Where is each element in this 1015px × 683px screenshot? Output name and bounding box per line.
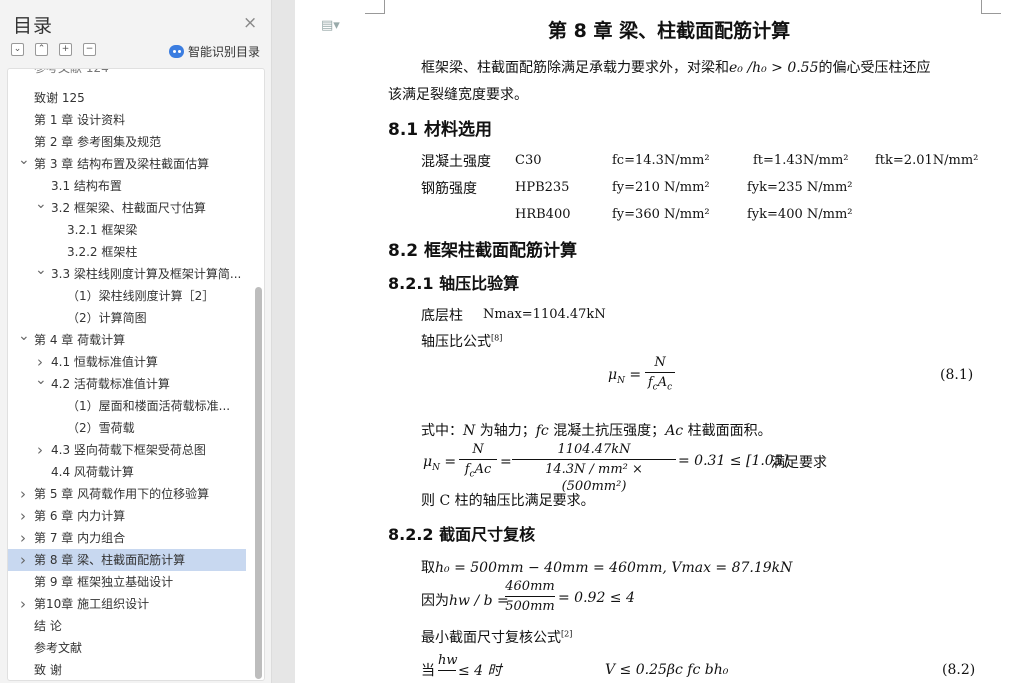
- toc-item[interactable]: 第 7 章 内力组合: [34, 527, 264, 549]
- chevron-down-icon[interactable]: [35, 373, 45, 395]
- bottom-column-label: 底层柱: [421, 308, 463, 324]
- when-fraction: hw: [438, 652, 458, 672]
- chevron-right-icon[interactable]: [18, 483, 28, 505]
- hpb-fy: fy=210 N/mm²: [612, 180, 710, 195]
- hrb-fyk: fyk=400 N/mm²: [747, 207, 853, 222]
- min-section-label: 最小截面尺寸复核公式[2]: [421, 629, 573, 646]
- document-page[interactable]: ▤▾ 第 8 章 梁、柱截面配筋计算 框架梁、柱截面配筋除满足承载力要求外，对梁…: [295, 0, 1015, 683]
- toc-item[interactable]: 第 4 章 荷载计算: [34, 329, 264, 351]
- add-heading-icon[interactable]: +: [59, 43, 72, 56]
- chevron-down-icon[interactable]: [18, 153, 28, 175]
- toc-item[interactable]: 4.3 竖向荷载下框架受荷总图: [51, 439, 264, 461]
- toc-item[interactable]: 3.2 框架梁、柱截面尺寸估算: [51, 197, 264, 219]
- toc-item[interactable]: 3.1 结构布置: [51, 175, 264, 197]
- ftk-value: ftk=2.01N/mm²: [875, 153, 979, 168]
- toc-sidebar: 目录 × ⌄ ⌃ + − 智能识别目录 参考文献 124 致谢 125 第 1 …: [0, 0, 272, 683]
- toc-item[interactable]: 3.2.2 框架柱: [67, 241, 264, 263]
- toc-item[interactable]: 第 1 章 设计资料: [34, 109, 264, 131]
- toc-item-active[interactable]: 第 8 章 梁、柱截面配筋计算: [8, 549, 246, 571]
- chapter-title: 第 8 章 梁、柱截面配筋计算: [548, 20, 791, 42]
- hrb-grade: HRB400: [515, 207, 571, 222]
- toc-item[interactable]: 第 3 章 结构布置及梁柱截面估算: [34, 153, 264, 175]
- take-text: 取h₀ = 500mm − 40mm = 460mm, Vmax = 87.19…: [421, 560, 793, 576]
- shear-formula: V ≤ 0.25βc fc bh₀: [605, 662, 729, 678]
- fc-value: fc=14.3N/mm²: [612, 153, 710, 168]
- intro-text-cont: 该满足裂缝宽度要求。: [388, 87, 528, 103]
- smart-toc-label: 智能识别目录: [188, 45, 261, 59]
- toc-title: 目录: [13, 15, 54, 37]
- toc-item[interactable]: 4.2 活荷载标准值计算: [51, 373, 264, 395]
- concrete-label: 混凝土强度: [421, 154, 491, 170]
- toc-item[interactable]: （2）雪荷载: [67, 417, 264, 439]
- toc-item[interactable]: 致谢 125: [34, 87, 264, 109]
- toc-item[interactable]: 4.4 风荷载计算: [51, 461, 264, 483]
- axial-ratio-fraction: NfcAc: [645, 354, 675, 397]
- chevron-right-icon[interactable]: [18, 505, 28, 527]
- steel-label: 钢筋强度: [421, 181, 477, 197]
- calc-fraction-1: NfcAc: [459, 441, 497, 484]
- ft-value: ft=1.43N/mm²: [753, 153, 849, 168]
- toc-item[interactable]: 第10章 施工组织设计: [34, 593, 264, 615]
- scrollbar-thumb[interactable]: [255, 287, 262, 679]
- hrb-fy: fy=360 N/mm²: [612, 207, 710, 222]
- toc-item[interactable]: 结 论: [34, 615, 264, 637]
- section-heading-8-2: 8.2 框架柱截面配筋计算: [388, 241, 578, 261]
- chevron-down-icon[interactable]: [35, 263, 45, 285]
- when-text: 当: [421, 663, 435, 679]
- hw-result: = 0.92 ≤ 4: [558, 590, 635, 606]
- calc-mu: μN =: [423, 454, 457, 473]
- toc-item[interactable]: 第 5 章 风荷载作用下的位移验算: [34, 483, 264, 505]
- hpb-grade: HPB235: [515, 180, 570, 195]
- toc-item[interactable]: 第 9 章 框架独立基础设计: [34, 571, 264, 593]
- chevron-down-icon[interactable]: [18, 329, 28, 351]
- expand-all-icon[interactable]: ⌄: [11, 43, 24, 56]
- conclusion-text: 则 C 柱的轴压比满足要求。: [421, 493, 595, 509]
- page-corner-mark: [365, 0, 385, 14]
- axial-formula-label: 轴压比公式[8]: [421, 333, 503, 350]
- toc-item[interactable]: （2）计算简图: [67, 307, 264, 329]
- mu-n-symbol: μN =: [608, 367, 642, 386]
- toc-item[interactable]: （1）屋面和楼面活荷载标准...: [67, 395, 245, 417]
- close-icon[interactable]: ×: [243, 13, 257, 33]
- concrete-grade: C30: [515, 153, 542, 168]
- collapse-all-icon[interactable]: ⌃: [35, 43, 48, 56]
- chevron-right-icon[interactable]: [18, 549, 28, 571]
- intro-text: 框架梁、柱截面配筋除满足承载力要求外，对梁和e₀ /h₀ > 0.55的偏心受压…: [421, 60, 931, 76]
- toc-list: 参考文献 124 致谢 125 第 1 章 设计资料 第 2 章 参考图集及规范…: [7, 68, 265, 681]
- page-corner-mark: [981, 0, 1001, 14]
- equation-number: (8.2): [942, 662, 976, 678]
- hw-fraction: 460mm 500mm: [505, 579, 555, 614]
- section-heading-8-1: 8.1 材料选用: [388, 120, 493, 140]
- toc-item[interactable]: 参考文献: [34, 637, 264, 659]
- toc-item[interactable]: 第 6 章 内力计算: [34, 505, 264, 527]
- section-heading-8-2-2: 8.2.2 截面尺寸复核: [388, 525, 536, 544]
- smart-toc-button[interactable]: 智能识别目录: [169, 43, 260, 60]
- equation-number: (8.1): [940, 367, 974, 383]
- robot-icon: [169, 45, 184, 58]
- where-text: 式中：N 为轴力；fc 混凝土抗压强度；Ac 柱截面面积。: [421, 423, 772, 439]
- chevron-right-icon[interactable]: [35, 351, 45, 373]
- calc-fraction-2: 1104.47kN 14.3N / mm² × (500mm²): [512, 441, 676, 495]
- chevron-down-icon[interactable]: [35, 197, 45, 219]
- toc-item[interactable]: 4.1 恒载标准值计算: [51, 351, 264, 373]
- nmax-value: Nmax=1104.47kN: [483, 307, 606, 322]
- hpb-fyk: fyk=235 N/mm²: [747, 180, 853, 195]
- chevron-right-icon[interactable]: [18, 527, 28, 549]
- when-condition: ≤ 4 时: [458, 663, 502, 679]
- paragraph-menu-icon[interactable]: ▤▾: [321, 18, 345, 33]
- chevron-right-icon[interactable]: [18, 593, 28, 615]
- toc-item[interactable]: 第 2 章 参考图集及规范: [34, 131, 264, 153]
- toc-item[interactable]: （1）梁柱线刚度计算［2］: [67, 285, 264, 307]
- toc-item[interactable]: 3.2.1 框架梁: [67, 219, 264, 241]
- toc-item[interactable]: 3.3 梁柱线刚度计算及框架计算简...: [51, 263, 249, 285]
- remove-heading-icon[interactable]: −: [83, 43, 96, 56]
- because-text: 因为hw / b =: [421, 593, 509, 609]
- ref-mark: [8]: [491, 333, 503, 343]
- section-heading-8-2-1: 8.2.1 轴压比验算: [388, 274, 520, 293]
- calc-ok: 满足要求: [771, 455, 827, 471]
- toc-item[interactable]: 致 谢: [34, 659, 264, 680]
- chevron-right-icon[interactable]: [35, 439, 45, 461]
- page-gutter: [273, 0, 295, 683]
- toc-item[interactable]: 参考文献 124: [34, 69, 264, 79]
